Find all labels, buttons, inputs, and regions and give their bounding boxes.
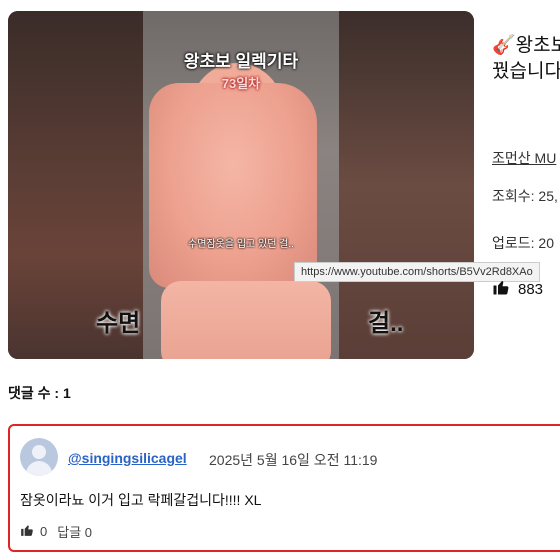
like-count-value: 883 (518, 280, 544, 298)
video-info-panel: 🎸왕초보 꿨습니다 조먼산 MU 조회수: 25, 업로드: 20 883 (492, 11, 560, 359)
video-frame: 왕초보 일렉기타 73일차 수면잠옷을 입고 있던 걸.. (143, 11, 339, 359)
thumbs-up-icon (20, 523, 34, 540)
overlay-caption-small: 수면잠옷을 입고 있던 걸.. (188, 239, 294, 250)
comment-date: 2025년 5월 16일 오전 11:19 (209, 452, 378, 468)
upload-date: 업로드: 20 (492, 235, 554, 251)
comment-count: 댓글 수 : 1 (8, 385, 71, 401)
avatar-body (26, 461, 52, 476)
thumbs-up-icon[interactable] (492, 278, 510, 300)
comment-like-count: 0 (40, 524, 48, 539)
pajama-pants-image (161, 281, 331, 359)
pajama-top-image (149, 83, 317, 288)
channel-link[interactable]: 조먼산 MU (492, 148, 556, 168)
video-thumbnail[interactable]: 왕초보 일렉기타 73일차 수면잠옷을 입고 있던 걸.. 수면 걸.. (8, 11, 474, 359)
video-title[interactable]: 🎸왕초보 꿨습니다 (492, 33, 560, 85)
comment-reply-count[interactable]: 답글 0 (57, 522, 92, 541)
video-title-line2: 꿨습니다 (492, 61, 560, 82)
comment-actions: 0 답글 0 (20, 522, 92, 541)
comment-username[interactable]: @singingsilicagel (68, 450, 187, 466)
like-count: 883 (492, 278, 543, 300)
comment-like-button[interactable]: 0 (20, 523, 47, 540)
blurred-background-right (339, 11, 474, 359)
overlay-caption-big-left: 수면 (96, 310, 141, 337)
avatar-head (32, 445, 46, 459)
comment-text: 잠옷이라뇨 이거 입고 락페갈겁니다!!!! XL (20, 492, 262, 508)
overlay-day: 73일차 (221, 76, 261, 91)
overlay-title: 왕초보 일렉기타 (183, 52, 299, 71)
video-title-line1: 🎸왕초보 (492, 35, 560, 56)
user-avatar-icon[interactable] (20, 438, 58, 476)
view-count: 조회수: 25, (492, 188, 558, 204)
comment-card: @singingsilicagel 2025년 5월 16일 오전 11:19 … (8, 424, 560, 552)
overlay-caption-big-right: 걸.. (368, 310, 404, 337)
